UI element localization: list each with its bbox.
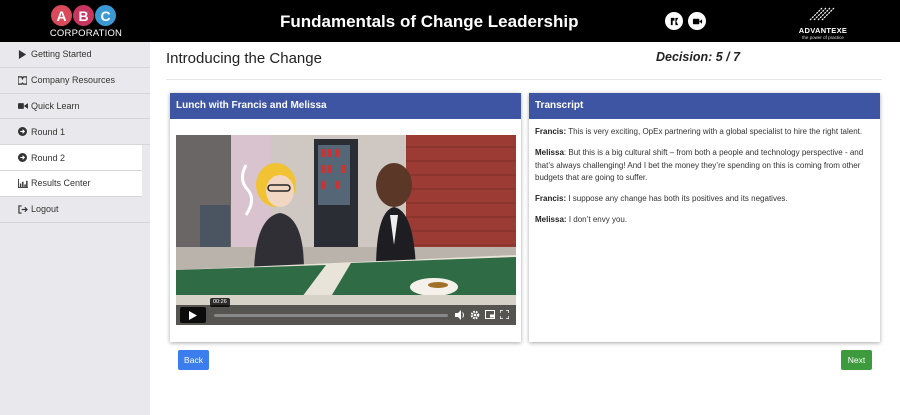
logo-letter-b: B [73,5,94,26]
transcript-text: I don’t envy you. [568,215,628,225]
transcript-text: : But this is a big cultural shift – fro… [535,148,864,182]
sidebar-item-label: Company Resources [31,75,116,86]
title-divider [166,79,882,80]
top-header: A B C CORPORATION Fundamentals of Change… [0,0,900,42]
volume-icon[interactable] [454,308,465,321]
back-button[interactable]: Back [178,350,209,370]
video-card: Lunch with Francis and Melissa 00:26 [170,93,521,342]
app-title: Fundamentals of Change Leadership [280,12,579,31]
transcript-line: Francis: This is very exciting, OpEx par… [535,126,874,138]
sidebar-item-company-resources[interactable]: Company Resources [0,68,150,94]
transcript-body: Francis: This is very exciting, OpEx par… [529,119,880,243]
transcript-line: Melissa: I don’t envy you. [535,214,874,226]
sidebar-item-label: Quick Learn [31,100,80,111]
time-tooltip: 00:26 [210,298,230,307]
fullscreen-icon[interactable] [499,308,510,321]
book-icon [17,75,28,86]
picture-in-picture-icon[interactable] [484,308,495,321]
logout-icon [17,204,28,215]
logo-letter-a: A [51,5,72,26]
logo-letter-c: C [95,5,116,26]
sidebar: Getting Started Company Resources Quick … [0,42,150,415]
brand-name: ADVANTEXE [798,26,848,35]
transcript-card-header: Transcript [529,93,880,119]
sidebar-item-label: Round 1 [31,126,66,137]
sidebar-item-label: Logout [31,204,59,215]
transcript-text: This is very exciting, OpEx partnering w… [568,127,863,136]
settings-gear-icon[interactable] [469,308,480,321]
arrow-circle-icon [17,152,28,163]
video-camera-icon[interactable] [688,12,706,30]
page-title: Introducing the Change [166,50,322,67]
decision-counter: Decision: 5 / 7 [656,50,741,64]
advantexe-logo: ADVANTEXE the power of practice [793,5,853,40]
brand-tagline: the power of practice [802,35,844,40]
video-player[interactable]: 00:26 [176,135,516,325]
sidebar-item-label: Round 2 [31,152,66,163]
media-icons [665,12,706,30]
next-button[interactable]: Next [841,350,872,370]
sidebar-item-getting-started[interactable]: Getting Started [0,42,150,68]
sidebar-item-results-center[interactable]: Results Center [0,170,142,197]
transcript-speaker: Francis: [535,127,567,136]
video-icon [17,100,28,111]
play-button[interactable] [180,307,206,323]
transcript-speaker: Melissa [535,148,564,158]
sidebar-item-label: Getting Started [31,49,92,60]
arrow-circle-icon [17,126,28,137]
sidebar-item-quick-learn[interactable]: Quick Learn [0,94,150,120]
play-icon [17,49,28,60]
chart-icon [17,178,28,189]
sidebar-item-round-2[interactable]: Round 2 [0,145,142,171]
transcript-text: I suppose any change has both its positi… [568,194,788,204]
sidebar-item-round-1[interactable]: Round 1 [0,119,150,146]
captions-icon[interactable] [665,12,683,30]
sidebar-item-label: Results Center [31,178,91,189]
video-controls-right [454,308,510,321]
video-progress-bar[interactable] [214,314,448,317]
video-card-header: Lunch with Francis and Melissa [170,93,521,119]
video-frame-scene [176,135,516,325]
logo-text: CORPORATION [49,28,123,39]
play-icon [189,310,197,320]
advantexe-mark-icon [809,7,835,21]
transcript-card: Transcript Francis: This is very excitin… [529,93,880,342]
transcript-speaker: Melissa: [535,215,567,225]
transcript-line: Francis: I suppose any change has both i… [535,193,874,205]
transcript-speaker: Francis: [535,194,567,204]
sidebar-item-logout[interactable]: Logout [0,197,150,223]
abc-corporation-logo: A B C CORPORATION [50,5,122,39]
transcript-line: Melissa: But this is a big cultural shif… [535,147,874,184]
